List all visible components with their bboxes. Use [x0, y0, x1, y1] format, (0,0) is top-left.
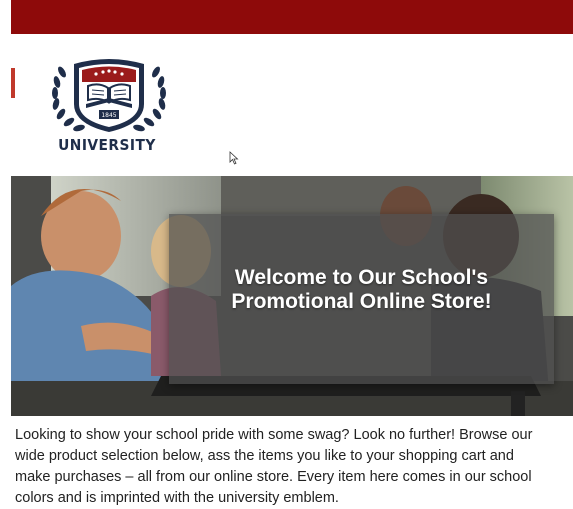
intro-line: wide product selection below, ass the it…: [15, 448, 514, 464]
intro-line: Looking to show your school pride with s…: [15, 427, 533, 443]
hero-banner: Welcome to Our School's Promotional Onli…: [11, 176, 573, 416]
mouse-cursor-icon: [229, 151, 239, 165]
hero-overlay: Welcome to Our School's Promotional Onli…: [169, 214, 554, 384]
logo-year: 1845: [101, 112, 116, 119]
hero-heading: Welcome to Our School's Promotional Onli…: [169, 266, 554, 314]
university-logo[interactable]: 1845 UNIVERSITY: [44, 52, 174, 158]
intro-line: make purchases – all from our online sto…: [15, 469, 532, 485]
university-emblem-icon: 1845: [52, 59, 166, 132]
intro-paragraph: Looking to show your school pride with s…: [15, 425, 565, 509]
side-accent-tab[interactable]: [11, 68, 15, 98]
hero-heading-line2: Promotional Online Store!: [231, 290, 492, 313]
logo-text: UNIVERSITY: [58, 136, 156, 154]
hero-heading-line1: Welcome to Our School's: [234, 266, 489, 289]
header-bar: [11, 0, 573, 34]
